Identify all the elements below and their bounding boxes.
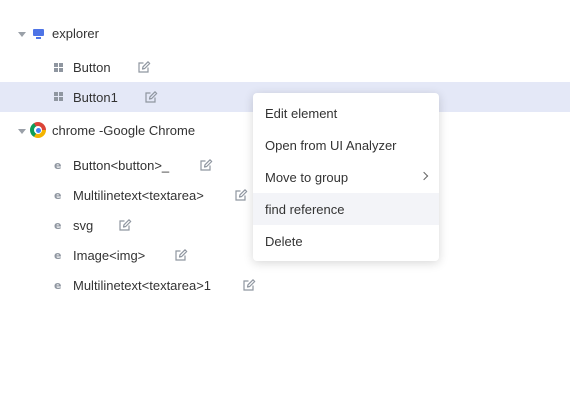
menu-item-label: Delete <box>265 233 303 249</box>
ie-icon: e <box>54 279 62 292</box>
tree-item-multilinetext1[interactable]: e Multilinetext<textarea>1 <box>0 271 570 301</box>
menu-item-label: Move to group <box>265 169 349 185</box>
tree-item-label: Multilinetext<textarea> <box>73 188 204 203</box>
edit-icon[interactable] <box>137 60 151 74</box>
element-tree: explorer Button Button1 chrome -Google C… <box>0 0 570 394</box>
ie-icon: e <box>54 219 62 232</box>
ie-icon: e <box>54 249 62 262</box>
edit-icon[interactable] <box>174 248 188 262</box>
ie-icon: e <box>54 159 62 172</box>
chrome-icon <box>30 122 46 138</box>
tree-item-label: Button <box>73 60 111 75</box>
tree-item-label: Button1 <box>73 90 118 105</box>
tree-item-label: Button<button>_ <box>73 158 170 173</box>
menu-item-find-reference[interactable]: find reference <box>253 193 439 225</box>
context-menu: Edit element Open from UI Analyzer Move … <box>253 93 439 261</box>
tree-node-explorer[interactable]: explorer <box>0 19 570 49</box>
menu-item-open-from-ui-analyzer[interactable]: Open from UI Analyzer <box>253 129 439 161</box>
tree-item-label: Image<img> <box>73 248 146 263</box>
edit-icon[interactable] <box>144 90 158 104</box>
edit-icon[interactable] <box>234 188 248 202</box>
menu-item-label: Open from UI Analyzer <box>265 137 397 153</box>
menu-item-delete[interactable]: Delete <box>253 225 439 257</box>
tree-node-label: explorer <box>52 26 99 41</box>
caret-down-icon[interactable] <box>18 129 26 134</box>
windows-icon <box>54 63 64 73</box>
caret-down-icon[interactable] <box>18 32 26 37</box>
monitor-icon <box>33 29 44 39</box>
edit-icon[interactable] <box>199 158 213 172</box>
menu-item-label: Edit element <box>265 105 338 121</box>
chevron-right-icon <box>419 171 429 181</box>
menu-item-move-to-group[interactable]: Move to group <box>253 161 439 193</box>
edit-icon[interactable] <box>118 218 132 232</box>
menu-item-edit-element[interactable]: Edit element <box>253 97 439 129</box>
windows-icon <box>54 92 64 102</box>
menu-item-label: find reference <box>265 201 345 217</box>
tree-item-label: Multilinetext<textarea>1 <box>73 278 212 293</box>
edit-icon[interactable] <box>242 278 256 292</box>
ie-icon: e <box>54 189 62 202</box>
tree-item-label: svg <box>73 218 94 233</box>
tree-item-button[interactable]: Button <box>0 53 570 83</box>
tree-node-label: chrome -Google Chrome <box>52 123 196 138</box>
